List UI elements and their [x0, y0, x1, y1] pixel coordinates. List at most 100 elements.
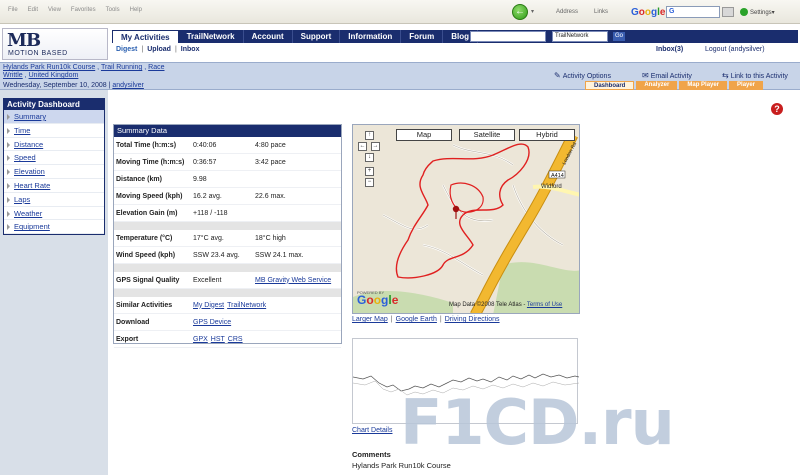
email-activity-link[interactable]: ✉ Email Activity: [642, 71, 692, 80]
search-scope-select[interactable]: TrailNetwork: [552, 31, 608, 42]
export-hst-link[interactable]: HST: [211, 336, 225, 343]
watermark: F1CD.ru: [400, 386, 675, 459]
activity-user-link[interactable]: andysilver: [112, 82, 144, 89]
google-go-button[interactable]: [722, 7, 734, 17]
comments-text: Hylands Park Run10k Course: [352, 461, 451, 470]
google-earth-link[interactable]: Google Earth: [396, 316, 437, 323]
browser-menu: File Edit View Favorites Tools Help: [8, 7, 142, 13]
subnav-digest[interactable]: Digest: [116, 46, 137, 53]
triangle-right-icon: [7, 210, 10, 217]
summary-panel: Summary Data Total Time (h:m:s) 0:40:06 …: [113, 124, 342, 348]
site-search-input[interactable]: [470, 31, 546, 42]
menu-tools[interactable]: Tools: [106, 7, 120, 13]
tab-information[interactable]: Information: [340, 30, 402, 43]
settings-icon[interactable]: [740, 8, 748, 16]
gravity-service-link[interactable]: MB Gravity Web Service: [255, 277, 331, 284]
activity-type-link[interactable]: Race: [148, 64, 164, 71]
sidebar-item-time[interactable]: Time: [4, 124, 104, 138]
back-arrow-icon[interactable]: ←: [512, 4, 528, 20]
sidebar-item-equipment[interactable]: Equipment: [4, 220, 104, 235]
google-toolbar-logo: Google: [631, 7, 666, 18]
pan-right-icon[interactable]: →: [371, 142, 380, 151]
sidebar-item-weather[interactable]: Weather: [4, 207, 104, 221]
sidebar: Activity Dashboard Summary Time Distance…: [0, 90, 108, 475]
my-digest-link[interactable]: My Digest: [193, 302, 224, 309]
tab-player[interactable]: Player: [729, 81, 764, 90]
links-label[interactable]: Links: [594, 9, 608, 15]
map-type-map-button[interactable]: Map: [396, 129, 452, 141]
activity-sport-link[interactable]: Trail Running: [101, 64, 142, 71]
dashboard-menu-title: Activity Dashboard: [4, 99, 104, 110]
activity-course-link[interactable]: Hylands Park Run10k Course: [3, 64, 95, 71]
tab-my-activities[interactable]: My Activities: [112, 30, 179, 43]
browser-toolbar: File Edit View Favorites Tools Help ← ▾ …: [0, 0, 800, 24]
location-country-link[interactable]: United Kingdom: [29, 72, 79, 79]
back-dropdown-icon[interactable]: ▾: [531, 8, 534, 15]
tab-map-player[interactable]: Map Player: [679, 81, 728, 90]
map-links: Larger Map | Google Earth | Driving Direct…: [352, 316, 500, 323]
sidebar-item-elevation[interactable]: Elevation: [4, 165, 104, 179]
menu-favorites[interactable]: Favorites: [71, 7, 96, 13]
larger-map-link[interactable]: Larger Map: [352, 316, 388, 323]
inbox-count-link[interactable]: Inbox(3): [656, 46, 683, 53]
menu-help[interactable]: Help: [130, 7, 142, 13]
map-type-satellite-button[interactable]: Satellite: [459, 129, 515, 141]
summary-row-moving-time: Moving Time (h:m:s) 0:36:57 3:42 pace: [114, 154, 341, 171]
pan-left-icon[interactable]: ←: [358, 142, 367, 151]
tab-account[interactable]: Account: [243, 30, 293, 43]
triangle-right-icon: [7, 155, 10, 162]
email-icon: ✉: [642, 71, 649, 80]
tab-trailnetwork[interactable]: TrailNetwork: [178, 30, 244, 43]
activity-date-line: Wednesday, September 10, 2008 | andysilv…: [3, 82, 144, 89]
link-icon: ⇆: [722, 71, 729, 80]
summary-row-similar: Similar Activities My Digest TrailNetwor…: [114, 297, 341, 314]
subnav-separator: |: [174, 46, 177, 53]
menu-file[interactable]: File: [8, 7, 18, 13]
motionbased-logo[interactable]: MB MOTION BASED: [2, 28, 108, 60]
terms-of-use-link[interactable]: Terms of Use: [527, 302, 562, 308]
location-town-link[interactable]: Writtle: [3, 72, 23, 79]
pan-down-icon[interactable]: ↓: [365, 153, 374, 162]
route-map[interactable]: A414 Widford London Rd Map Satellite Hyb…: [352, 124, 580, 314]
settings-menu[interactable]: Settings▾: [750, 9, 775, 16]
link-activity-link[interactable]: ⇆ Link to this Activity: [722, 71, 788, 80]
triangle-right-icon: [7, 224, 10, 231]
export-gpx-link[interactable]: GPX: [193, 336, 208, 343]
sidebar-item-distance[interactable]: Distance: [4, 138, 104, 152]
triangle-right-icon: [7, 141, 10, 148]
trailnetwork-link[interactable]: TrailNetwork: [227, 302, 266, 309]
zoom-out-icon[interactable]: −: [365, 178, 374, 187]
help-icon[interactable]: ?: [771, 103, 783, 115]
sidebar-item-speed[interactable]: Speed: [4, 151, 104, 166]
summary-title: Summary Data: [114, 125, 341, 137]
google-map-logo[interactable]: Google: [357, 293, 398, 307]
logout-link[interactable]: Logout (andysilver): [705, 46, 765, 53]
tab-support[interactable]: Support: [292, 30, 341, 43]
zoom-in-icon[interactable]: +: [365, 167, 374, 176]
google-search-input[interactable]: G: [666, 6, 720, 18]
subnav-inbox[interactable]: Inbox: [181, 46, 200, 53]
menu-edit[interactable]: Edit: [28, 7, 38, 13]
menu-view[interactable]: View: [48, 7, 61, 13]
sidebar-item-laps[interactable]: Laps: [4, 193, 104, 207]
tab-forum[interactable]: Forum: [401, 30, 444, 43]
map-type-hybrid-button[interactable]: Hybrid: [519, 129, 575, 141]
subnav-upload[interactable]: Upload: [147, 46, 171, 53]
activity-info-bar: Hylands Park Run10k Course , Trail Runni…: [0, 62, 800, 90]
chart-details-link[interactable]: Chart Details: [352, 427, 392, 434]
sidebar-item-heart-rate[interactable]: Heart Rate: [4, 179, 104, 193]
activity-options-link[interactable]: ✎ Activity Options: [554, 71, 611, 80]
tab-analyzer[interactable]: Analyzer: [636, 81, 678, 90]
sidebar-item-summary[interactable]: Summary: [4, 110, 104, 124]
pan-up-icon[interactable]: ↑: [365, 131, 374, 140]
tab-dashboard[interactable]: Dashboard: [585, 81, 635, 90]
export-crs-link[interactable]: CRS: [228, 336, 243, 343]
activity-dashboard-menu: Activity Dashboard Summary Time Distance…: [3, 98, 105, 236]
summary-divider: [114, 264, 341, 272]
triangle-right-icon: [7, 169, 10, 176]
gps-device-link[interactable]: GPS Device: [193, 319, 231, 326]
activity-location-line: Writtle , United Kingdom: [3, 72, 79, 79]
driving-directions-link[interactable]: Driving Directions: [445, 316, 500, 323]
place-label: Widford: [541, 184, 562, 190]
site-search-go-button[interactable]: Go: [612, 31, 626, 42]
